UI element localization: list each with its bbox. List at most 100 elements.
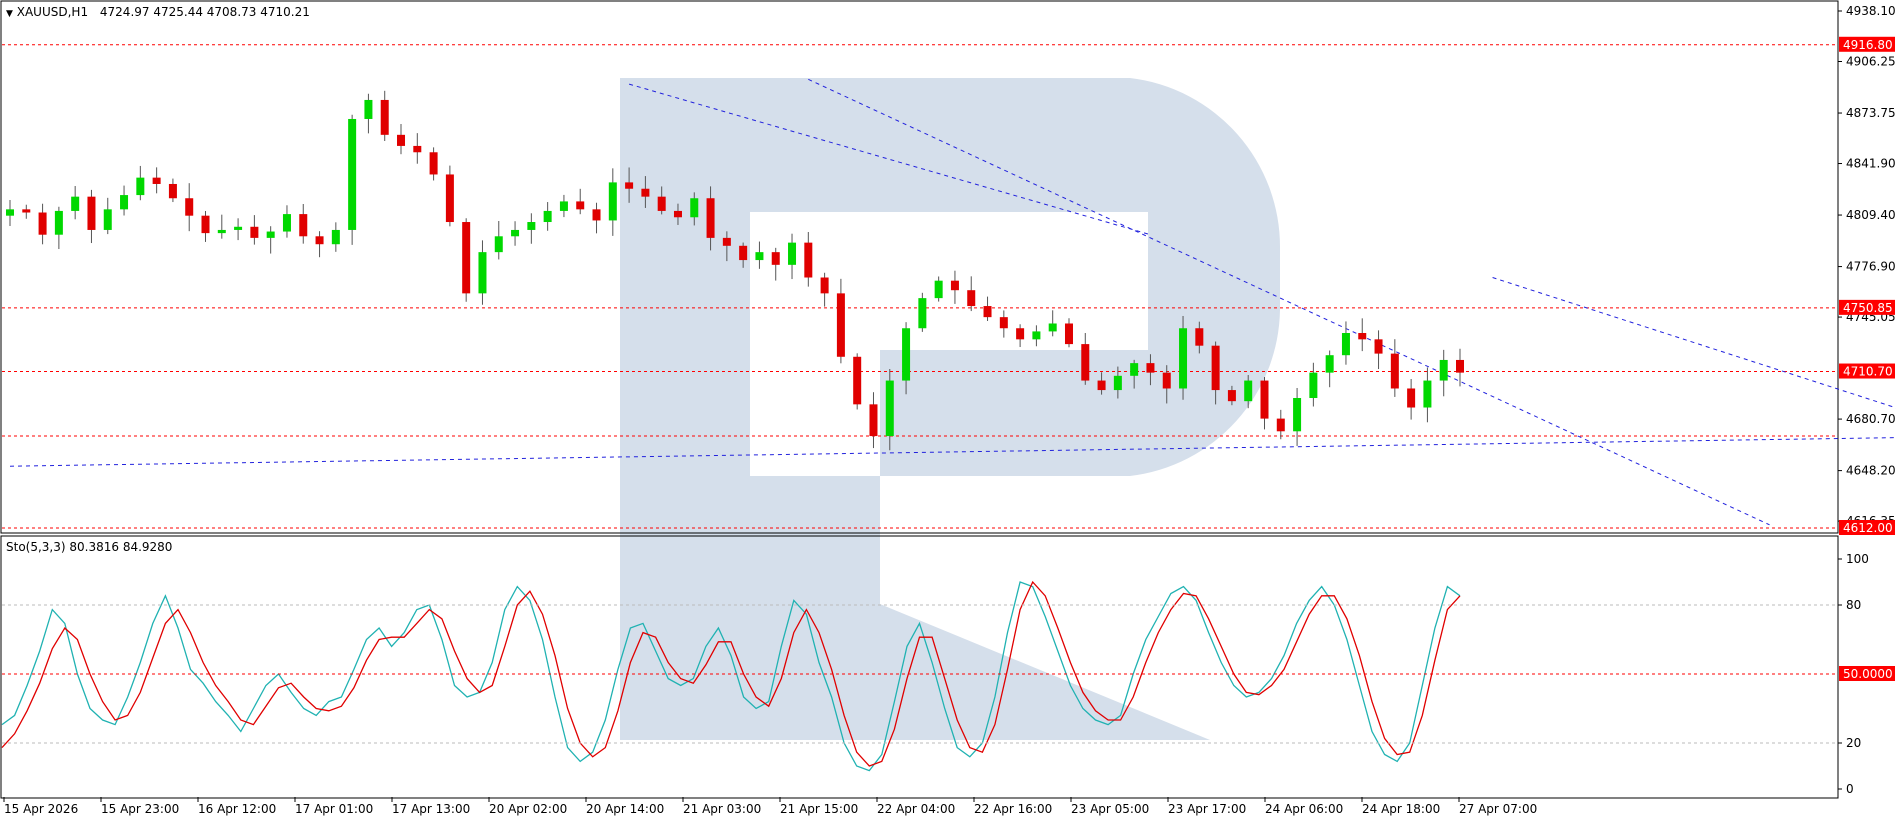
bull-candle [1341,333,1350,356]
bull-candle [234,226,243,230]
bear-candle [999,317,1008,329]
time-tick-label: 24 Apr 18:00 [1362,802,1440,816]
bear-candle [1064,323,1073,345]
price-tick-label: 4906.25 [1846,55,1896,69]
price-tag-label: 4750.85 [1843,301,1893,315]
bear-candle [1016,328,1025,340]
bear-candle [250,226,259,238]
bull-candle [331,229,340,245]
time-tick-label: 23 Apr 17:00 [1168,802,1246,816]
bear-candle [38,212,47,235]
bear-candle [1407,388,1416,408]
bear-candle [1081,344,1090,381]
bull-candle [1423,380,1432,408]
bull-candle [1032,331,1041,340]
time-tick-label: 17 Apr 13:00 [392,802,470,816]
time-tick-label: 22 Apr 04:00 [877,802,955,816]
bear-candle [445,174,454,223]
bear-candle [592,209,601,221]
bull-candle [348,118,357,230]
time-tick-label: 20 Apr 02:00 [489,802,567,816]
price-tick-label: 4680.70 [1846,412,1896,426]
trend-line [1492,277,1896,409]
bear-candle [576,201,585,210]
time-tick-label: 21 Apr 03:00 [683,802,761,816]
bull-candle [266,231,275,238]
bear-candle [739,245,748,261]
time-tick-label: 22 Apr 16:00 [974,802,1052,816]
bull-candle [6,209,14,216]
time-tick-label: 15 Apr 2026 [4,802,78,816]
bull-candle [511,229,520,237]
time-tick-label: 20 Apr 14:00 [586,802,664,816]
bear-candle [625,182,634,189]
bull-candle [478,252,487,294]
bear-candle [1227,390,1236,402]
bull-candle [282,214,291,232]
price-axis: 4938.10 4906.25 4873.75 4841.90 4809.40 4776.… [1838,4,1896,528]
bull-candle [885,380,894,437]
indicator-tick-label: 100 [1846,552,1869,566]
price-tick-label: 4938.10 [1846,4,1896,18]
bull-candle [120,195,129,210]
bull-candle [1179,328,1188,389]
bull-candle [918,298,927,329]
bear-candle [1146,363,1155,373]
time-tick-label: 27 Apr 07:00 [1459,802,1537,816]
bear-candle [413,145,422,153]
bull-candle [543,210,552,223]
price-tag-label: 4710.70 [1843,365,1893,379]
bear-candle [657,196,666,211]
bull-candle [217,229,226,234]
ohlc-values: 4724.97 4725.44 4708.73 4710.21 [99,5,310,19]
bear-candle [87,196,96,230]
bear-candle [429,152,438,175]
bear-candle [168,183,177,199]
bull-candle [136,177,145,196]
bear-candle [673,210,682,218]
time-tick-label: 24 Apr 06:00 [1265,802,1343,816]
price-tag-label: 4916.80 [1843,38,1893,52]
symbol-label: XAUUSD,H1 [16,5,89,19]
bull-candle [364,99,373,119]
bear-candle [152,177,161,184]
time-axis: 15 Apr 2026 15 Apr 23:00 16 Apr 12:00 17 Ap… [3,797,1537,816]
bear-candle [22,209,31,213]
bear-candle [1276,418,1285,432]
bull-candle [54,210,63,235]
bull-candle [1309,372,1318,398]
bull-candle [103,209,112,230]
indicator-label: Sto(5,3,3) 80.3816 84.9280 [6,540,173,554]
bull-candle [1048,323,1057,332]
bear-candle [397,134,406,146]
bear-candle [1195,328,1204,346]
bull-candle [71,196,80,211]
bear-candle [1260,380,1269,419]
bear-candle [380,99,389,135]
trading-chart[interactable]: 4938.10 4906.25 4873.75 4841.90 4809.40 4776.… [0,0,1896,820]
indicator-tag-label: 50.0000 [1843,667,1893,681]
bear-candle [1162,372,1171,389]
price-tick-label: 4648.20 [1846,464,1896,478]
bear-candle [299,214,308,237]
bull-candle [1244,380,1253,402]
bull-candle [1293,398,1302,432]
bull-candle [559,201,568,211]
time-tick-label: 17 Apr 01:00 [295,802,373,816]
bear-candle [983,306,992,318]
price-tag-label: 4612.00 [1843,521,1893,535]
price-tick-label: 4809.40 [1846,208,1896,222]
bear-candle [1358,333,1367,340]
bear-candle [1390,353,1399,389]
bull-candle [902,328,911,381]
bear-candle [1374,339,1383,354]
indicator-tick-label: 0 [1846,782,1854,796]
bear-candle [853,356,862,405]
bull-candle [494,236,503,253]
bear-candle [641,188,650,197]
indicator-header: Sto(5,3,3) 80.3816 84.9280 [6,540,172,554]
bull-candle [608,182,617,221]
time-tick-label: 21 Apr 15:00 [780,802,858,816]
dropdown-triangle-icon[interactable]: ▼ [6,9,13,19]
time-tick-label: 15 Apr 23:00 [101,802,179,816]
